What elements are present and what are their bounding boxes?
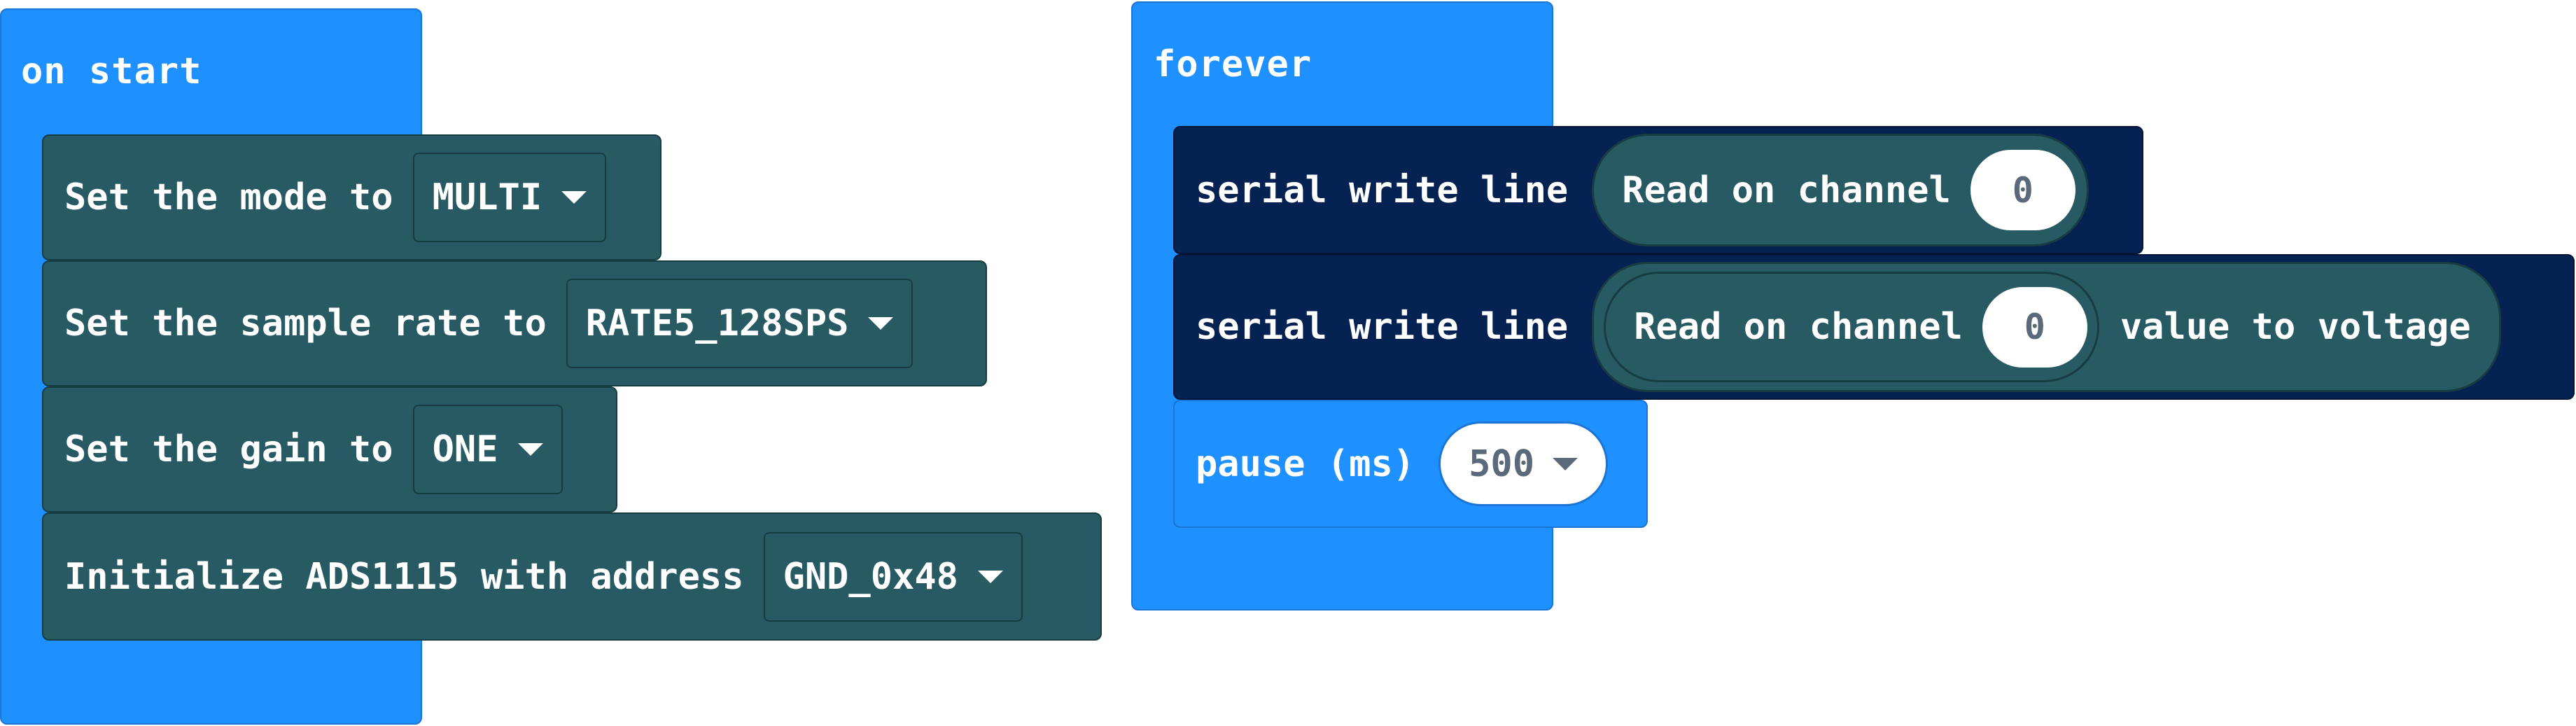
initialize-ads1115-block[interactable]: Initialize ADS1115 with address GND_0x48 xyxy=(42,512,1102,641)
set-mode-block[interactable]: Set the mode to MULTI xyxy=(42,134,662,260)
chevron-down-icon xyxy=(1553,457,1578,470)
initialize-label: Initialize ADS1115 with address xyxy=(64,555,744,598)
serial-write-line-block[interactable]: serial write line Read on channel 0 xyxy=(1173,126,2143,254)
forever-title: forever xyxy=(1154,43,1312,85)
chevron-down-icon xyxy=(561,191,587,204)
channel-input[interactable]: 0 xyxy=(1982,286,2087,368)
mode-value: MULTI xyxy=(432,176,542,218)
serial-write-line-label: serial write line xyxy=(1196,169,1569,211)
sample-rate-value: RATE5_128SPS xyxy=(585,302,849,344)
pause-block[interactable]: pause (ms) 500 xyxy=(1173,400,1648,528)
gain-dropdown[interactable]: ONE xyxy=(412,405,563,494)
pause-label: pause (ms) xyxy=(1196,442,1415,485)
read-channel-reporter[interactable]: Read on channel 0 xyxy=(1592,134,2089,246)
set-mode-label: Set the mode to xyxy=(64,176,393,218)
read-channel-label: Read on channel xyxy=(1634,306,1963,348)
set-sample-rate-block[interactable]: Set the sample rate to RATE5_128SPS xyxy=(42,260,987,386)
pause-value: 500 xyxy=(1469,442,1534,485)
channel-input[interactable]: 0 xyxy=(1970,150,2076,230)
chevron-down-icon xyxy=(868,317,894,330)
mode-dropdown[interactable]: MULTI xyxy=(412,153,607,242)
value-to-voltage-label: value to voltage xyxy=(2120,306,2471,348)
read-channel-label: Read on channel xyxy=(1622,169,1951,211)
on-start-title: on start xyxy=(21,50,202,92)
set-gain-label: Set the gain to xyxy=(64,428,393,470)
pause-duration-input[interactable]: 500 xyxy=(1438,421,1608,506)
chevron-down-icon xyxy=(517,443,543,456)
serial-write-line-voltage-block[interactable]: serial write line Read on channel 0 valu… xyxy=(1173,254,2575,400)
set-gain-block[interactable]: Set the gain to ONE xyxy=(42,386,617,512)
value-to-voltage-reporter[interactable]: Read on channel 0 value to voltage xyxy=(1592,262,2501,392)
chevron-down-icon xyxy=(977,570,1003,583)
address-value: GND_0x48 xyxy=(783,555,958,598)
sample-rate-dropdown[interactable]: RATE5_128SPS xyxy=(566,279,913,368)
set-sample-rate-label: Set the sample rate to xyxy=(64,302,547,344)
read-channel-reporter[interactable]: Read on channel 0 xyxy=(1604,272,2099,382)
serial-write-line-label: serial write line xyxy=(1196,306,1569,348)
gain-value: ONE xyxy=(432,428,498,470)
address-dropdown[interactable]: GND_0x48 xyxy=(763,531,1023,622)
